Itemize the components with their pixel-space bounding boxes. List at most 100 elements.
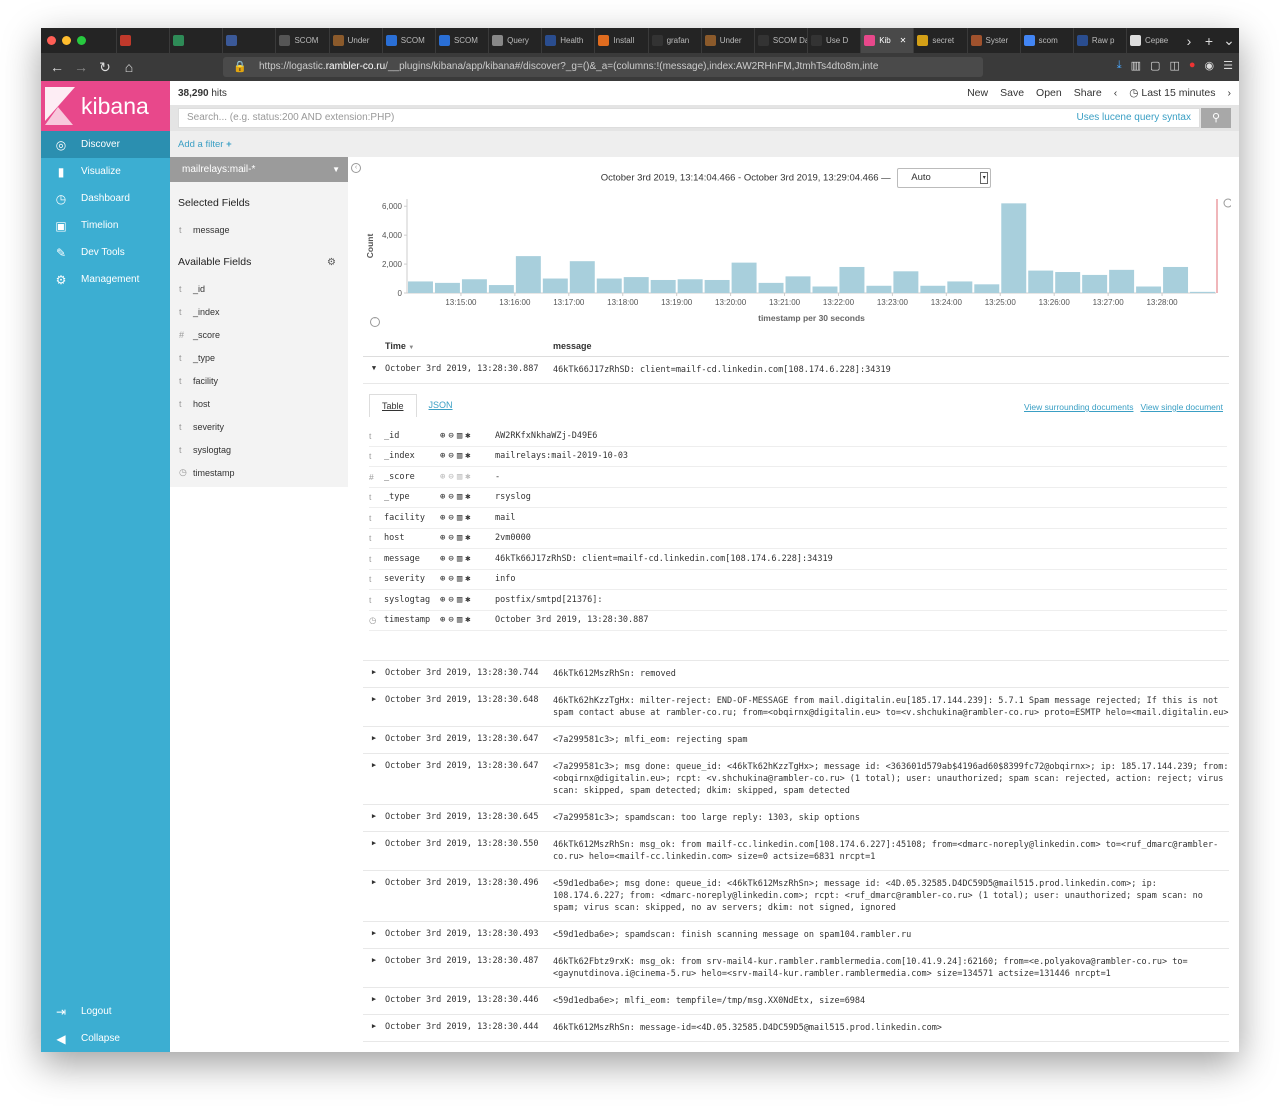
table-row[interactable]: ▶ October 3rd 2019, 13:28:30.744 46kTk612M… <box>363 661 1229 688</box>
browser-tab[interactable]: secret <box>913 28 966 53</box>
histogram-bar[interactable] <box>812 286 838 293</box>
time-picker[interactable]: ◷ Last 15 minutes <box>1129 87 1215 99</box>
histogram-bar[interactable] <box>731 262 757 293</box>
table-row[interactable]: ▶ October 3rd 2019, 13:28:30.487 46kTk62Fb… <box>363 949 1229 988</box>
browser-tab[interactable]: Under <box>328 28 382 53</box>
table-row[interactable]: ▶ October 3rd 2019, 13:28:30.496 <59d1edba… <box>363 871 1229 922</box>
tab-scroll-icon[interactable]: › <box>1179 33 1199 49</box>
filter-out-icon[interactable]: ⊖ <box>448 431 453 441</box>
collapse-sidebar-icon[interactable]: ‹ <box>351 163 361 173</box>
histogram-bar[interactable] <box>569 261 595 293</box>
save-button[interactable]: Save <box>1000 87 1024 99</box>
filter-exists-icon[interactable]: ✱ <box>465 472 470 482</box>
browser-tab[interactable]: SCOM <box>381 28 435 53</box>
filter-out-icon[interactable]: ⊖ <box>448 513 453 523</box>
histogram-bar[interactable] <box>408 281 433 293</box>
add-filter-button[interactable]: Add a filter + <box>178 139 232 150</box>
table-row[interactable]: ▶ October 3rd 2019, 13:28:30.648 46kTk62hK… <box>363 688 1229 727</box>
table-row[interactable]: ▶ October 3rd 2019, 13:28:30.647 <7a299581… <box>363 754 1229 805</box>
table-row[interactable]: ▶ October 3rd 2019, 13:28:30.493 <59d1edba… <box>363 922 1229 949</box>
table-row[interactable]: ▶ October 3rd 2019, 13:28:30.446 <59d1edba… <box>363 988 1229 1015</box>
view-surrounding-link[interactable]: View surrounding documents <box>1024 402 1133 412</box>
histogram-bar[interactable] <box>1028 270 1054 293</box>
expand-row-icon[interactable]: ▶ <box>363 956 385 980</box>
toggle-column-icon[interactable]: ▥ <box>457 492 462 502</box>
tab-close-icon[interactable]: ✕ <box>900 36 911 45</box>
filter-exists-icon[interactable]: ✱ <box>465 615 470 625</box>
filter-for-icon[interactable]: ⊕ <box>440 615 445 625</box>
filter-exists-icon[interactable]: ✱ <box>465 513 470 523</box>
filter-for-icon[interactable]: ⊕ <box>440 574 445 584</box>
view-single-link[interactable]: View single document <box>1140 402 1223 412</box>
toggle-column-icon[interactable]: ▥ <box>457 533 462 543</box>
toggle-column-icon[interactable]: ▥ <box>457 513 462 523</box>
field-item[interactable]: # _score <box>170 323 348 346</box>
sidebar-icon[interactable]: ▢ <box>1150 59 1160 72</box>
expand-row-icon[interactable]: ▶ <box>363 812 385 824</box>
time-forward-icon[interactable]: › <box>1228 87 1232 99</box>
filter-out-icon[interactable]: ⊖ <box>448 595 453 605</box>
filter-exists-icon[interactable]: ✱ <box>465 451 470 461</box>
toggle-column-icon[interactable]: ▥ <box>457 574 462 584</box>
histogram-bar[interactable] <box>866 285 892 293</box>
download-icon[interactable]: ⤓ <box>1117 59 1122 72</box>
histogram-bar[interactable] <box>785 276 811 293</box>
browser-tab[interactable]: Syster <box>966 28 1020 53</box>
filter-out-icon[interactable]: ⊖ <box>448 574 453 584</box>
open-button[interactable]: Open <box>1036 87 1062 99</box>
reload-button[interactable]: ↻ <box>93 59 117 76</box>
new-tab-button[interactable]: + <box>1199 33 1219 49</box>
sidebar-item-management[interactable]: ⚙ Management <box>41 266 170 293</box>
histogram-bar[interactable] <box>542 278 568 293</box>
expand-row-icon[interactable]: ▶ <box>363 929 385 941</box>
toggle-column-icon[interactable]: ▥ <box>457 451 462 461</box>
menu-icon[interactable]: ☰ <box>1223 59 1233 72</box>
adblock-icon[interactable]: ● <box>1189 59 1196 72</box>
field-item[interactable]: t _index <box>170 300 348 323</box>
gear-icon[interactable]: ⚙ <box>327 257 336 268</box>
chart-next-icon[interactable] <box>1223 198 1231 208</box>
sidebar-item-dev-tools[interactable]: ✎ Dev Tools <box>41 239 170 266</box>
back-button[interactable]: ← <box>45 59 69 75</box>
expand-row-icon[interactable]: ▶ <box>363 695 385 719</box>
new-button[interactable]: New <box>967 87 988 99</box>
browser-tab[interactable] <box>116 28 169 53</box>
table-row-expanded[interactable]: ▼ October 3rd 2019, 13:28:30.887 46kTk66… <box>363 357 1229 384</box>
zoom-window-button[interactable] <box>77 36 86 45</box>
extension-icon[interactable]: ◫ <box>1169 59 1179 72</box>
filter-for-icon[interactable]: ⊕ <box>440 554 445 564</box>
browser-tab[interactable]: SCOM Dat <box>753 28 807 53</box>
field-item[interactable]: t facility <box>170 369 348 392</box>
sidebar-item-dashboard[interactable]: ◷ Dashboard <box>41 185 170 212</box>
filter-exists-icon[interactable]: ✱ <box>465 492 470 502</box>
toggle-column-icon[interactable]: ▥ <box>457 554 462 564</box>
filter-for-icon[interactable]: ⊕ <box>440 533 445 543</box>
close-window-button[interactable] <box>47 36 56 45</box>
browser-tab[interactable]: Health <box>541 28 594 53</box>
browser-tab[interactable]: Use D <box>807 28 860 53</box>
home-button[interactable]: ⌂ <box>117 59 141 75</box>
histogram-bar[interactable] <box>974 284 1000 293</box>
browser-tab[interactable]: Kib ✕ <box>860 28 914 53</box>
field-item[interactable]: t severity <box>170 415 348 438</box>
browser-tab[interactable]: SCOM <box>275 28 328 53</box>
browser-tab[interactable]: grafan <box>647 28 701 53</box>
browser-tab[interactable] <box>169 28 222 53</box>
tab-json[interactable]: JSON <box>417 394 465 417</box>
share-button[interactable]: Share <box>1074 87 1102 99</box>
histogram-bar[interactable] <box>704 279 730 293</box>
histogram-bar[interactable] <box>623 277 649 293</box>
sidebar-item-timelion[interactable]: ▣ Timelion <box>41 212 170 239</box>
account-icon[interactable]: ◉ <box>1205 59 1215 72</box>
collapse-chart-icon[interactable]: ˆ <box>370 317 380 327</box>
histogram-bar[interactable] <box>1001 203 1027 293</box>
toggle-column-icon[interactable]: ▥ <box>457 595 462 605</box>
field-item[interactable]: t _id <box>170 277 348 300</box>
kibana-logo[interactable]: kibana <box>41 81 170 131</box>
filter-exists-icon[interactable]: ✱ <box>465 554 470 564</box>
table-row[interactable]: ▶ October 3rd 2019, 13:28:30.645 <7a299581… <box>363 805 1229 832</box>
filter-out-icon[interactable]: ⊖ <box>448 554 453 564</box>
search-input[interactable]: Search... (e.g. status:200 AND extension… <box>178 108 1200 128</box>
search-button[interactable]: ⚲ <box>1201 108 1231 128</box>
field-item[interactable]: t message <box>170 218 348 241</box>
